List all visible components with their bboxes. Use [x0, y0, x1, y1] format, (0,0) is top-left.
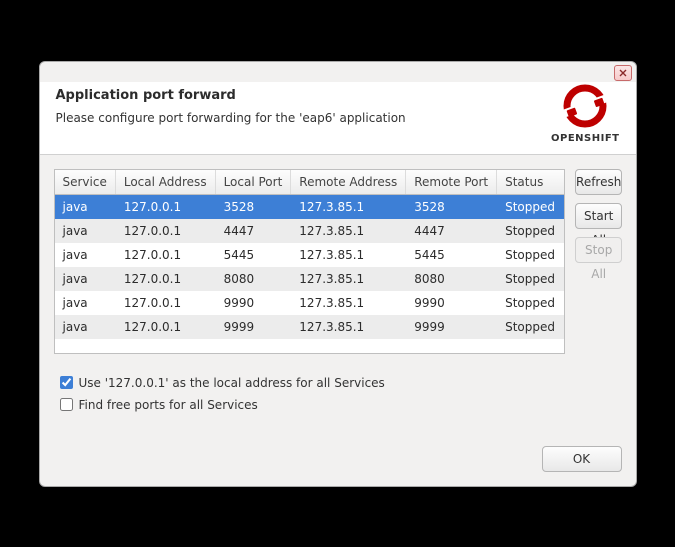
cell-service: java — [55, 267, 116, 291]
dialog-footer: OK — [40, 426, 636, 486]
use-local-address-checkbox[interactable] — [60, 376, 73, 389]
cell-local-port: 9990 — [215, 291, 291, 315]
cell-service: java — [55, 219, 116, 243]
cell-local-address: 127.0.0.1 — [115, 243, 215, 267]
cell-remote-address: 127.3.85.1 — [291, 219, 406, 243]
cell-remote-port: 8080 — [406, 267, 497, 291]
refresh-button[interactable]: Refresh — [575, 169, 622, 195]
side-buttons: Refresh Start All Stop All — [575, 169, 622, 354]
cell-remote-port: 4447 — [406, 219, 497, 243]
col-service[interactable]: Service — [55, 170, 116, 195]
cell-status: Stopped — [497, 267, 564, 291]
start-all-button[interactable]: Start All — [575, 203, 622, 229]
cell-service: java — [55, 315, 116, 339]
find-free-ports-label: Find free ports for all Services — [79, 398, 258, 412]
port-table: Service Local Address Local Port Remote … — [55, 170, 565, 353]
cell-local-port: 9999 — [215, 315, 291, 339]
table-header-row: Service Local Address Local Port Remote … — [55, 170, 564, 195]
content-area: Service Local Address Local Port Remote … — [40, 155, 636, 360]
col-local-address[interactable]: Local Address — [115, 170, 215, 195]
header-text: Application port forward Please configur… — [56, 82, 406, 125]
checkbox-area: Use '127.0.0.1' as the local address for… — [40, 360, 636, 426]
cell-local-port: 3528 — [215, 194, 291, 219]
cell-remote-address: 127.3.85.1 — [291, 243, 406, 267]
use-local-address-label: Use '127.0.0.1' as the local address for… — [79, 376, 385, 390]
cell-status: Stopped — [497, 291, 564, 315]
cell-local-port: 5445 — [215, 243, 291, 267]
cell-local-address: 127.0.0.1 — [115, 291, 215, 315]
port-table-container: Service Local Address Local Port Remote … — [54, 169, 566, 354]
table-row[interactable]: java127.0.0.19990127.3.85.19990Stopped — [55, 291, 564, 315]
cell-remote-port: 9999 — [406, 315, 497, 339]
col-remote-address[interactable]: Remote Address — [291, 170, 406, 195]
port-forward-dialog: Application port forward Please configur… — [39, 61, 637, 487]
cell-remote-port: 5445 — [406, 243, 497, 267]
stop-all-button: Stop All — [575, 237, 622, 263]
cell-remote-address: 127.3.85.1 — [291, 194, 406, 219]
cell-service: java — [55, 243, 116, 267]
table-row-empty — [55, 339, 564, 353]
cell-remote-port: 9990 — [406, 291, 497, 315]
table-row[interactable]: java127.0.0.15445127.3.85.15445Stopped — [55, 243, 564, 267]
cell-service: java — [55, 194, 116, 219]
dialog-header: Application port forward Please configur… — [40, 82, 636, 155]
cell-remote-port: 3528 — [406, 194, 497, 219]
close-button[interactable] — [614, 65, 632, 81]
table-row[interactable]: java127.0.0.14447127.3.85.14447Stopped — [55, 219, 564, 243]
openshift-logo-label: OPENSHIFT — [551, 133, 619, 144]
close-icon — [619, 69, 627, 77]
cell-remote-address: 127.3.85.1 — [291, 315, 406, 339]
cell-remote-address: 127.3.85.1 — [291, 291, 406, 315]
col-local-port[interactable]: Local Port — [215, 170, 291, 195]
dialog-subtitle: Please configure port forwarding for the… — [56, 111, 406, 125]
table-row[interactable]: java127.0.0.13528127.3.85.13528Stopped — [55, 194, 564, 219]
dialog-title: Application port forward — [56, 88, 406, 103]
cell-status: Stopped — [497, 219, 564, 243]
table-row[interactable]: java127.0.0.19999127.3.85.19999Stopped — [55, 315, 564, 339]
cell-status: Stopped — [497, 315, 564, 339]
cell-local-port: 4447 — [215, 219, 291, 243]
table-row[interactable]: java127.0.0.18080127.3.85.18080Stopped — [55, 267, 564, 291]
cell-local-port: 8080 — [215, 267, 291, 291]
find-free-ports-row[interactable]: Find free ports for all Services — [60, 398, 616, 412]
titlebar — [40, 62, 636, 82]
cell-status: Stopped — [497, 194, 564, 219]
cell-local-address: 127.0.0.1 — [115, 267, 215, 291]
ok-button[interactable]: OK — [542, 446, 622, 472]
cell-status: Stopped — [497, 243, 564, 267]
use-local-address-row[interactable]: Use '127.0.0.1' as the local address for… — [60, 376, 616, 390]
col-remote-port[interactable]: Remote Port — [406, 170, 497, 195]
cell-local-address: 127.0.0.1 — [115, 194, 215, 219]
cell-local-address: 127.0.0.1 — [115, 315, 215, 339]
cell-service: java — [55, 291, 116, 315]
cell-remote-address: 127.3.85.1 — [291, 267, 406, 291]
find-free-ports-checkbox[interactable] — [60, 398, 73, 411]
col-status[interactable]: Status — [497, 170, 564, 195]
cell-local-address: 127.0.0.1 — [115, 219, 215, 243]
openshift-logo: OPENSHIFT — [551, 82, 619, 144]
openshift-logo-icon — [563, 84, 607, 128]
